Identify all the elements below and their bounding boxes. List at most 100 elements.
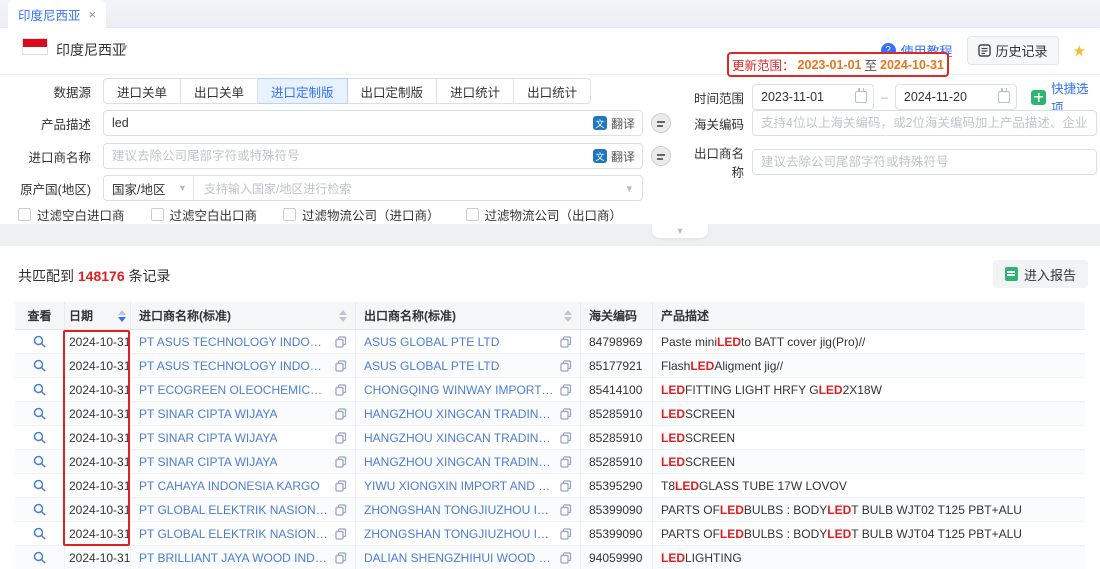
- copy-icon[interactable]: [335, 384, 347, 396]
- sort-icon[interactable]: [118, 310, 126, 322]
- importer-link[interactable]: PT GLOBAL ELEKTRIK NASIONAL: [139, 527, 329, 541]
- importer-link[interactable]: PT ASUS TECHNOLOGY INDONESIA BA...: [139, 359, 329, 373]
- magnifier-icon[interactable]: [33, 503, 46, 516]
- star-icon[interactable]: ★: [1073, 42, 1086, 60]
- product-desc-input[interactable]: [103, 110, 643, 136]
- view-cell[interactable]: [15, 378, 65, 401]
- checkbox-icon[interactable]: [466, 208, 479, 221]
- exporter-link[interactable]: HANGZHOU XINGCAN TRADING CO LTD: [364, 455, 554, 469]
- importer-link[interactable]: PT GLOBAL ELEKTRIK NASIONAL: [139, 503, 329, 517]
- filter-checkbox-0[interactable]: 过滤空白进口商: [18, 205, 125, 224]
- datasource-tab-4[interactable]: 进口统计: [437, 78, 514, 104]
- exporter-link[interactable]: HANGZHOU XINGCAN TRADING CO LTD: [364, 407, 554, 421]
- copy-icon[interactable]: [335, 504, 347, 516]
- importer-link[interactable]: PT ECOGREEN OLEOCHEMICALS: [139, 383, 329, 397]
- column-header-2[interactable]: 进口商名称(标准): [131, 302, 356, 329]
- column-header-1[interactable]: 日期: [65, 302, 131, 329]
- magnifier-icon[interactable]: [33, 479, 46, 492]
- copy-icon[interactable]: [335, 408, 347, 420]
- datasource-tab-2[interactable]: 进口定制版: [258, 78, 348, 104]
- history-button[interactable]: 历史记录: [967, 36, 1059, 65]
- copy-icon[interactable]: [560, 408, 572, 420]
- importer-input[interactable]: [103, 143, 643, 169]
- datasource-tab-0[interactable]: 进口关单: [103, 78, 181, 104]
- column-header-3[interactable]: 出口商名称(标准): [356, 302, 581, 329]
- input-history-icon[interactable]: [651, 113, 671, 133]
- filter-checkbox-3[interactable]: 过滤物流公司（出口商）: [466, 205, 623, 224]
- origin-search-placeholder[interactable]: 支持输入国家/地区进行检索: [194, 180, 642, 197]
- translate-button[interactable]: 文 翻译: [593, 115, 635, 132]
- copy-icon[interactable]: [335, 432, 347, 444]
- copy-icon[interactable]: [560, 504, 572, 516]
- checkbox-icon[interactable]: [18, 208, 31, 221]
- importer-link[interactable]: PT SINAR CIPTA WIJAYA: [139, 455, 277, 469]
- view-cell[interactable]: [15, 402, 65, 425]
- copy-icon[interactable]: [560, 480, 572, 492]
- grid-icon: [1031, 90, 1046, 105]
- magnifier-icon[interactable]: [33, 431, 46, 444]
- copy-icon[interactable]: [560, 384, 572, 396]
- magnifier-icon[interactable]: [33, 527, 46, 540]
- exporter-input[interactable]: [752, 149, 1097, 175]
- view-cell[interactable]: [15, 450, 65, 473]
- copy-icon[interactable]: [560, 336, 572, 348]
- importer-link[interactable]: PT SINAR CIPTA WIJAYA: [139, 407, 277, 421]
- exporter-link[interactable]: ASUS GLOBAL PTE LTD: [364, 359, 499, 373]
- checkbox-icon[interactable]: [283, 208, 296, 221]
- copy-icon[interactable]: [335, 360, 347, 372]
- tab-indonesia[interactable]: 印度尼西亚 ×: [8, 0, 106, 28]
- view-cell[interactable]: [15, 426, 65, 449]
- view-cell[interactable]: [15, 498, 65, 521]
- copy-icon[interactable]: [560, 552, 572, 564]
- copy-icon[interactable]: [335, 552, 347, 564]
- exporter-link[interactable]: ZHONGSHAN TONGJIUZHOU INTERNA...: [364, 527, 554, 541]
- datasource-tab-5[interactable]: 出口统计: [514, 78, 591, 104]
- sort-icon[interactable]: [339, 310, 347, 322]
- magnifier-icon[interactable]: [33, 551, 46, 564]
- magnifier-icon[interactable]: [33, 383, 46, 396]
- importer-link[interactable]: PT CAHAYA INDONESIA KARGO: [139, 479, 320, 493]
- exporter-link[interactable]: ASUS GLOBAL PTE LTD: [364, 335, 499, 349]
- hs-code-input[interactable]: [752, 110, 1097, 136]
- view-cell[interactable]: [15, 546, 65, 569]
- copy-icon[interactable]: [335, 456, 347, 468]
- translate-button[interactable]: 文 翻译: [593, 148, 635, 165]
- copy-icon[interactable]: [560, 528, 572, 540]
- exporter-link[interactable]: ZHONGSHAN TONGJIUZHOU INTERNA...: [364, 503, 554, 517]
- copy-icon[interactable]: [560, 432, 572, 444]
- copy-icon[interactable]: [335, 336, 347, 348]
- sort-icon[interactable]: [564, 310, 572, 322]
- exporter-link[interactable]: DALIAN SHENGZHIHUI WOOD INDUST...: [364, 551, 554, 565]
- datasource-tab-3[interactable]: 出口定制版: [348, 78, 438, 104]
- exporter-link[interactable]: CHONGQING WINWAY IMPORT AND E...: [364, 383, 554, 397]
- exporter-link[interactable]: HANGZHOU XINGCAN TRADING CO LTD: [364, 431, 554, 445]
- filter-checkbox-2[interactable]: 过滤物流公司（进口商）: [283, 205, 440, 224]
- view-cell[interactable]: [15, 330, 65, 353]
- collapse-handle[interactable]: ▾: [652, 224, 708, 238]
- importer-link[interactable]: PT ASUS TECHNOLOGY INDONESIA BA...: [139, 335, 329, 349]
- datasource-tab-1[interactable]: 出口关单: [181, 78, 258, 104]
- exporter-link[interactable]: YIWU XIONGXIN IMPORT AND EXPORT...: [364, 479, 554, 493]
- magnifier-icon[interactable]: [33, 455, 46, 468]
- importer-link[interactable]: PT SINAR CIPTA WIJAYA: [139, 431, 277, 445]
- view-cell[interactable]: [15, 354, 65, 377]
- magnifier-icon[interactable]: [33, 335, 46, 348]
- importer-link[interactable]: PT BRILLIANT JAYA WOOD INDUSTRY: [139, 551, 329, 565]
- start-date-field[interactable]: [752, 84, 874, 110]
- magnifier-icon[interactable]: [33, 407, 46, 420]
- origin-type-select[interactable]: 国家/地区 ▾: [104, 176, 194, 200]
- end-date-field[interactable]: [895, 84, 1017, 110]
- magnifier-icon[interactable]: [33, 359, 46, 372]
- filter-checkbox-1[interactable]: 过滤空白出口商: [151, 205, 258, 224]
- input-history-icon[interactable]: [651, 146, 671, 166]
- copy-icon[interactable]: [335, 528, 347, 540]
- enter-report-button[interactable]: 进入报告: [993, 260, 1088, 288]
- chevron-down-icon[interactable]: ▾: [122, 41, 128, 54]
- checkbox-icon[interactable]: [151, 208, 164, 221]
- view-cell[interactable]: [15, 474, 65, 497]
- copy-icon[interactable]: [560, 456, 572, 468]
- close-icon[interactable]: ×: [89, 8, 97, 21]
- copy-icon[interactable]: [560, 360, 572, 372]
- copy-icon[interactable]: [335, 480, 347, 492]
- view-cell[interactable]: [15, 522, 65, 545]
